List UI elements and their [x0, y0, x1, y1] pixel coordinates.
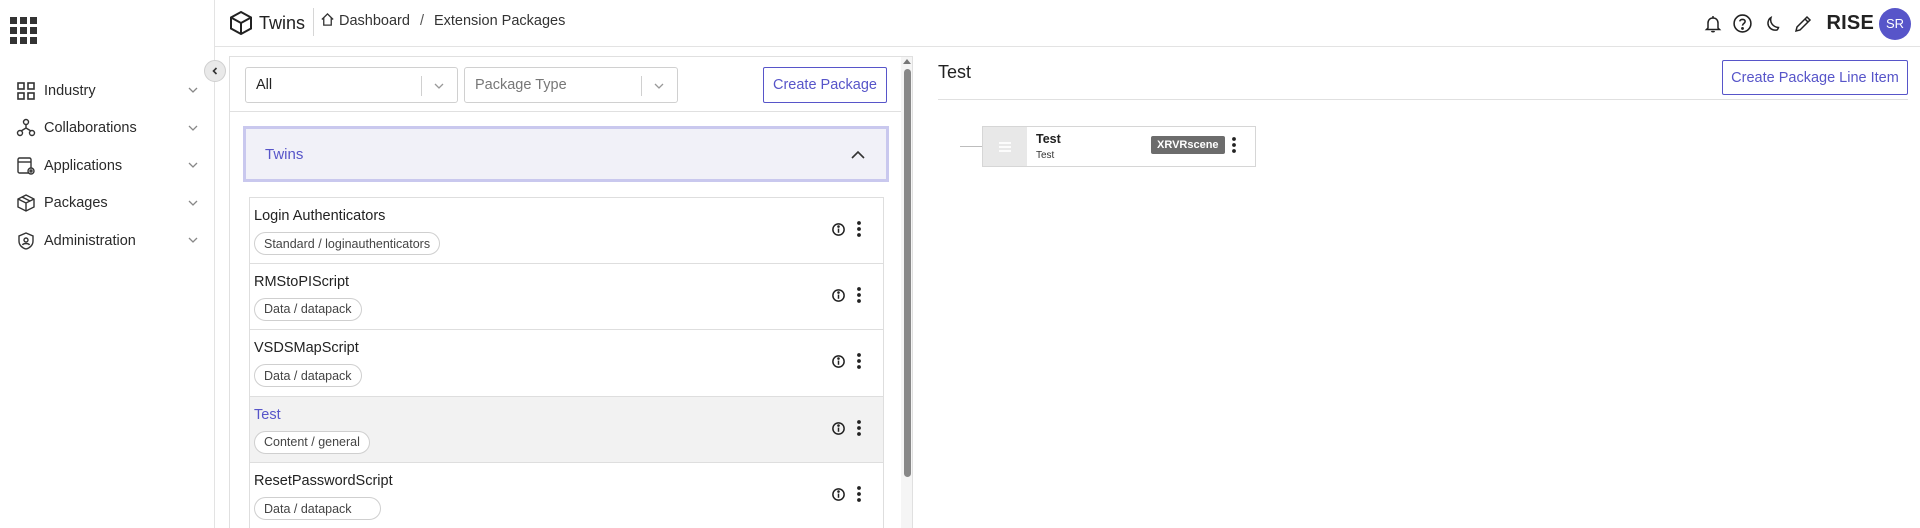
- package-name: ResetPasswordScript: [254, 473, 393, 489]
- header-divider: [313, 8, 314, 36]
- detail-title: Test: [938, 62, 972, 82]
- node-title: Test: [1036, 132, 1061, 146]
- help-icon[interactable]: [1731, 12, 1755, 36]
- sidebar-item-label: Industry: [44, 82, 96, 99]
- breadcrumb-separator: /: [419, 13, 424, 29]
- sidebar-item-label: Collaborations: [44, 120, 137, 137]
- sidebar-item-label: Applications: [44, 157, 123, 174]
- avatar[interactable]: SR: [1879, 7, 1911, 40]
- package-type-tag: Data / datapack: [254, 297, 362, 321]
- sidebar-item-packages[interactable]: Packages: [0, 185, 215, 223]
- breadcrumb: Dashboard / Extension Packages: [320, 12, 566, 29]
- line-item-node[interactable]: Test Test XRVRscene: [982, 126, 1256, 167]
- package-type-tag: Data / datapack: [254, 497, 381, 520]
- select-divider: [641, 76, 642, 96]
- sidebar-item-industry[interactable]: Industry: [0, 72, 215, 110]
- pencil-icon[interactable]: [1791, 12, 1815, 36]
- box-icon: [15, 192, 37, 214]
- collapse-sidebar-button[interactable]: [204, 60, 226, 82]
- top-header: Twins Dashboard / Extension Packages RIS…: [215, 0, 1920, 47]
- package-name: RMStoPIScript: [254, 273, 350, 290]
- package-type-select[interactable]: Package Type: [464, 67, 678, 103]
- sidebar-item-applications[interactable]: Applications: [0, 147, 215, 185]
- sidebar-nav: Industry Collaborations Applications Pac…: [0, 72, 215, 260]
- package-list-item[interactable]: ResetPasswordScript Data / datapack: [249, 463, 884, 528]
- node-type-badge: XRVRscene: [1151, 136, 1225, 154]
- kebab-menu-icon[interactable]: [856, 220, 862, 238]
- kebab-menu-icon[interactable]: [856, 485, 862, 503]
- package-list-item[interactable]: VSDSMapScript Data / datapack: [249, 330, 884, 397]
- info-icon[interactable]: [831, 288, 846, 303]
- detail-divider: [938, 99, 1908, 100]
- info-icon[interactable]: [831, 421, 846, 436]
- package-type-placeholder: Package Type: [475, 77, 567, 93]
- home-icon: [321, 12, 334, 26]
- package-list-item[interactable]: RMStoPIScript Data / datapack: [249, 263, 884, 330]
- chevron-down-icon: [188, 237, 198, 243]
- chevron-down-icon: [188, 162, 198, 168]
- grid-icon: [15, 80, 37, 102]
- kebab-menu-icon[interactable]: [856, 352, 862, 370]
- package-list-panel: All Package Type Create Package Twins Lo…: [229, 56, 913, 528]
- moon-icon[interactable]: [1761, 12, 1785, 36]
- kebab-menu-icon[interactable]: [856, 419, 862, 437]
- app-launcher-icon[interactable]: [10, 17, 37, 44]
- package-list: Login Authenticators Standard / loginaut…: [249, 197, 884, 528]
- chevron-down-icon: [188, 87, 198, 93]
- header-actions: RISE SR: [1695, 0, 1920, 47]
- shield-icon: [15, 230, 37, 252]
- sidebar-item-label: Packages: [44, 195, 108, 212]
- sidebar: Industry Collaborations Applications Pac…: [0, 0, 215, 528]
- filter-select-value: All: [256, 77, 273, 93]
- package-name: VSDSMapScript: [254, 340, 359, 356]
- filter-select[interactable]: All: [245, 67, 458, 103]
- select-divider: [421, 76, 422, 96]
- package-list-item[interactable]: Login Authenticators Standard / loginaut…: [249, 197, 884, 264]
- sidebar-item-administration[interactable]: Administration: [0, 222, 215, 260]
- info-icon[interactable]: [831, 354, 846, 369]
- drag-handle[interactable]: [983, 127, 1027, 166]
- package-list-item-selected[interactable]: Test Content / general: [249, 396, 884, 463]
- scrollbar-thumb[interactable]: [904, 69, 911, 477]
- breadcrumb-current: Extension Packages: [433, 13, 566, 29]
- cube-logo-icon: [230, 10, 252, 36]
- brand-name: Twins: [259, 12, 306, 33]
- package-type-tag: Data / datapack: [254, 364, 362, 387]
- sidebar-item-collaborations[interactable]: Collaborations: [0, 110, 215, 148]
- package-type-tag: Standard / loginauthenticators: [254, 232, 441, 255]
- chevron-down-icon: [654, 83, 664, 89]
- chevron-up-icon: [851, 150, 865, 159]
- apps-gear-icon: [15, 155, 37, 177]
- network-icon: [15, 117, 37, 139]
- info-icon[interactable]: [831, 222, 846, 237]
- bell-icon[interactable]: [1701, 12, 1725, 36]
- package-toolbar: All Package Type Create Package: [230, 57, 912, 112]
- create-package-line-item-button[interactable]: Create Package Line Item: [1722, 60, 1908, 95]
- sidebar-item-label: Administration: [44, 232, 136, 249]
- breadcrumb-dashboard-link[interactable]: Dashboard: [339, 13, 410, 29]
- kebab-menu-icon[interactable]: [1231, 136, 1237, 154]
- chevron-down-icon: [434, 83, 444, 89]
- drag-lines-icon: [999, 141, 1011, 152]
- scroll-up-arrow-icon[interactable]: [903, 59, 911, 64]
- package-name: Test: [254, 406, 281, 423]
- info-icon[interactable]: [831, 487, 846, 502]
- chevron-down-icon: [188, 200, 198, 206]
- brand[interactable]: Twins: [228, 10, 305, 36]
- kebab-menu-icon[interactable]: [856, 286, 862, 304]
- org-name: RISE: [1826, 12, 1874, 34]
- chevron-left-icon: [212, 67, 218, 75]
- package-type-tag: Content / general: [254, 430, 370, 454]
- tree-connector: [960, 146, 982, 147]
- create-package-button[interactable]: Create Package: [763, 67, 887, 103]
- chevron-down-icon: [188, 125, 198, 131]
- package-name: Login Authenticators: [254, 208, 386, 224]
- node-subtitle: Test: [1036, 150, 1055, 161]
- twins-accordion-header[interactable]: Twins: [243, 126, 889, 182]
- accordion-title: Twins: [265, 145, 304, 163]
